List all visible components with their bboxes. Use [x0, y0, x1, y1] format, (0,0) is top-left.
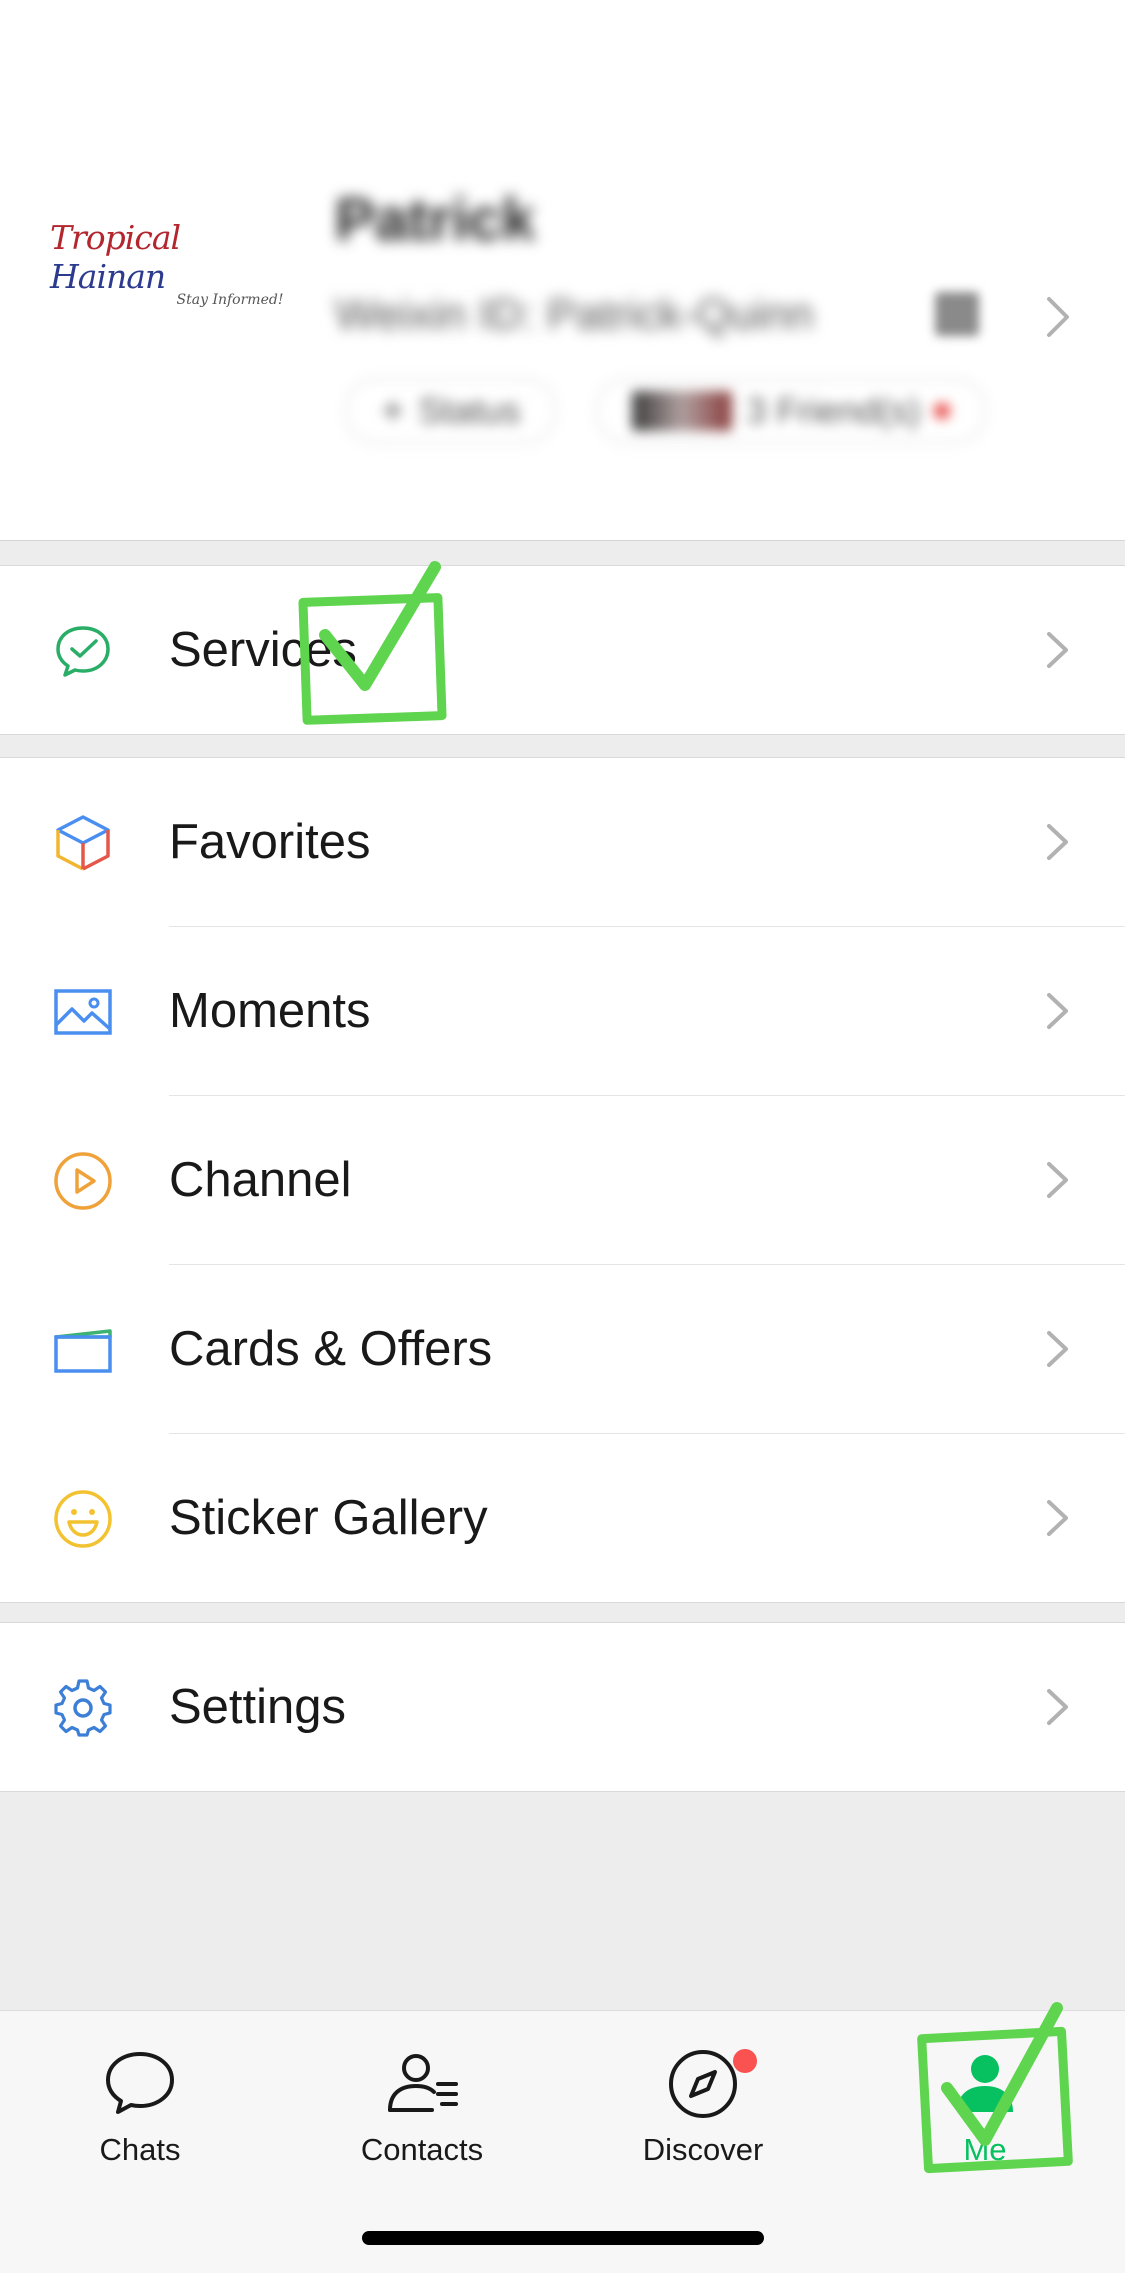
status-label: Status [418, 390, 521, 431]
friends-label: 3 Friend(s) [746, 390, 921, 431]
menu-item-settings[interactable]: Settings [0, 1623, 1125, 1791]
profile-chips: + Status 3 Friend(s) [345, 378, 987, 444]
menu-group-main: Favorites Moments Channel Cards & Offers… [0, 757, 1125, 1603]
menu-item-sticker-gallery[interactable]: Sticker Gallery [0, 1434, 1125, 1602]
menu-item-label: Cards & Offers [169, 1322, 493, 1376]
chevron-right-icon [1047, 1500, 1068, 1536]
menu-item-label: Settings [169, 1680, 347, 1734]
profile-avatar[interactable]: Tropical Hainan Stay Informed! [50, 188, 300, 338]
profile-wechat-id: Weixin ID: Patrick-Quinn [335, 290, 814, 339]
menu-item-label: Channel [169, 1153, 352, 1207]
tab-contacts[interactable]: Contacts [312, 2044, 532, 2174]
contacts-icon [388, 2054, 458, 2112]
chevron-right-icon [1047, 1331, 1068, 1367]
plus-icon: + [381, 388, 405, 433]
moments-icon [54, 989, 112, 1035]
home-indicator [362, 2231, 764, 2245]
tab-label: Discover [642, 2132, 764, 2167]
menu-group-settings: Settings [0, 1622, 1125, 1792]
logo-word-2: Hainan [50, 257, 166, 296]
sticker-gallery-icon [54, 1490, 112, 1548]
tab-label: Me [963, 2132, 1007, 2167]
notification-badge [733, 2049, 757, 2073]
menu-item-cards-offers[interactable]: Cards & Offers [0, 1265, 1125, 1433]
menu-item-channel[interactable]: Channel [0, 1096, 1125, 1264]
settings-icon [54, 1679, 112, 1737]
status-chip[interactable]: + Status [345, 378, 557, 444]
chevron-right-icon [1047, 1162, 1068, 1198]
compass-icon [669, 2050, 737, 2118]
menu-item-moments[interactable]: Moments [0, 927, 1125, 1095]
chevron-right-icon [1047, 632, 1068, 668]
avatar-logo: Tropical Hainan [50, 218, 300, 296]
services-icon [56, 626, 110, 677]
profile-name: Patrick [335, 186, 536, 253]
menu-item-label: Favorites [169, 815, 371, 869]
menu-item-label: Sticker Gallery [169, 1491, 488, 1545]
tab-label: Chats [99, 2132, 181, 2167]
logo-tagline: Stay Informed! [176, 292, 284, 308]
unread-dot [934, 403, 951, 419]
chevron-right-icon [1047, 824, 1068, 860]
friends-chip[interactable]: 3 Friend(s) [596, 378, 987, 444]
chevron-right-icon [1047, 1689, 1068, 1725]
cards-offers-icon [54, 1329, 112, 1373]
tab-me[interactable]: Me [875, 2044, 1095, 2174]
menu-item-label: Services [169, 623, 357, 677]
menu-group-services: Services [0, 565, 1125, 735]
tab-label: Contacts [360, 2132, 484, 2167]
friend-avatars [632, 391, 733, 431]
chevron-right-icon [1047, 993, 1068, 1029]
menu-item-favorites[interactable]: Favorites [0, 758, 1125, 926]
menu-item-services[interactable]: Services [0, 566, 1125, 734]
logo-word-1: Tropical [50, 218, 181, 257]
menu-item-label: Moments [169, 984, 371, 1038]
chevron-right-icon [1047, 297, 1069, 337]
qr-code-icon[interactable] [935, 292, 979, 336]
favorites-icon [56, 815, 110, 871]
tab-chats[interactable]: Chats [30, 2044, 250, 2174]
profile-header[interactable]: Tropical Hainan Stay Informed! Patrick W… [0, 0, 1125, 541]
tab-discover[interactable]: Discover [593, 2044, 813, 2174]
person-icon [957, 2055, 1013, 2112]
channel-icon [54, 1152, 112, 1210]
chat-bubble-icon [106, 2052, 174, 2114]
